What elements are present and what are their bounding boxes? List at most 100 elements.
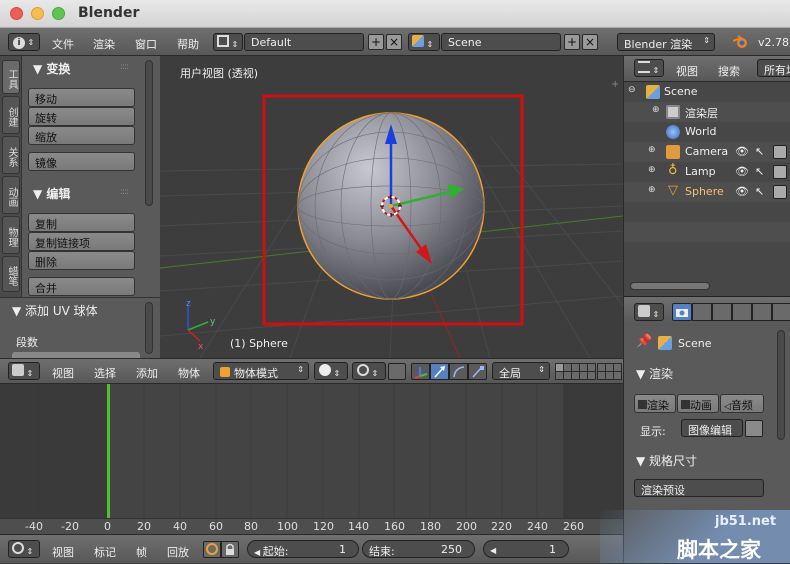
tl-menu-frame[interactable]: 帧: [136, 544, 147, 560]
menu-render[interactable]: 渲染: [93, 36, 115, 52]
remove-scene-button[interactable]: ×: [582, 34, 598, 50]
tool-shelf-scrollbar[interactable]: [145, 60, 153, 206]
outliner-item-camera[interactable]: Camera: [685, 145, 728, 158]
world-tab-icon[interactable]: [732, 303, 752, 321]
selectable-arrow-icon[interactable]: ↖: [755, 165, 764, 178]
outliner-row[interactable]: ⊕ 渲染层: [624, 102, 790, 122]
timeline-editor-type[interactable]: ⇕: [8, 540, 40, 558]
expand-icon[interactable]: ⊕: [648, 145, 656, 155]
tab-physics[interactable]: 物理: [2, 216, 20, 254]
join-button[interactable]: 合并: [28, 277, 135, 296]
lock-interface-icon[interactable]: [745, 420, 763, 437]
render-tab-icon[interactable]: [672, 303, 692, 321]
duplicate-linked-button[interactable]: 复制链接项: [28, 232, 135, 251]
editor-type-menu[interactable]: i ⇕: [8, 33, 40, 51]
3d-viewport[interactable]: z y x + 用户视图 (透视) (1) Sphere: [160, 56, 623, 358]
render-layers-tab-icon[interactable]: [692, 303, 712, 321]
selectable-arrow-icon[interactable]: ↖: [755, 185, 764, 198]
outliner-menu-search[interactable]: 搜索: [718, 63, 740, 79]
maximize-window-button[interactable]: [52, 7, 65, 20]
outliner-menu-view[interactable]: 视图: [676, 63, 698, 79]
preview-range-icon[interactable]: [203, 541, 221, 558]
expand-icon[interactable]: ⊕: [652, 105, 660, 115]
outliner-item-sphere[interactable]: Sphere: [685, 185, 724, 198]
outliner-item-render-layers[interactable]: 渲染层: [685, 105, 718, 121]
transform-panel-header[interactable]: ▼ 变换: [33, 60, 70, 77]
scale-manipulator-icon[interactable]: [468, 363, 487, 380]
outliner-row[interactable]: ⊕ Camera 👁 ↖: [624, 142, 790, 162]
minimize-window-button[interactable]: [31, 7, 44, 20]
render-engine-selector[interactable]: Blender 渲染 ⇕: [617, 33, 715, 51]
scene-name-field[interactable]: Scene: [441, 33, 561, 51]
visibility-eye-icon[interactable]: 👁: [735, 145, 749, 158]
vp-menu-object[interactable]: 物体: [178, 365, 200, 381]
drag-handle-icon[interactable]: ::::: [120, 62, 129, 72]
vp-menu-select[interactable]: 选择: [94, 365, 116, 381]
end-frame-field[interactable]: 结束: 250: [362, 540, 475, 558]
add-scene-button[interactable]: +: [564, 34, 580, 50]
screen-layout-selector[interactable]: ⇕: [213, 33, 243, 51]
expand-icon[interactable]: ⊕: [648, 185, 656, 195]
remove-screen-button[interactable]: ×: [386, 34, 402, 50]
render-camera-icon[interactable]: [773, 145, 787, 159]
expand-icon[interactable]: ⊕: [648, 165, 656, 175]
layer-buttons[interactable]: [555, 363, 623, 380]
outliner-item-scene[interactable]: Scene: [664, 85, 698, 98]
visibility-eye-icon[interactable]: 👁: [735, 165, 749, 178]
pin-icon[interactable]: 📌: [636, 334, 652, 349]
timeline-ruler[interactable]: -40 -20 0 20 40 60 80 100 120 140 160 18…: [0, 518, 623, 534]
current-frame-cursor[interactable]: [107, 384, 110, 534]
manipulator-toggle-icon[interactable]: [411, 363, 430, 380]
scene-tab-icon[interactable]: [712, 303, 732, 321]
shading-selector[interactable]: ⇕: [314, 362, 348, 380]
add-screen-button[interactable]: +: [368, 34, 384, 50]
timeline-area[interactable]: [0, 384, 623, 534]
menu-window[interactable]: 窗口: [135, 36, 157, 52]
properties-editor-type[interactable]: ⇕: [634, 303, 664, 321]
outliner-editor-type[interactable]: ⇕: [634, 59, 664, 77]
area-split-icon[interactable]: +: [611, 79, 619, 90]
rotate-manipulator-icon[interactable]: [449, 363, 468, 380]
render-camera-icon[interactable]: [773, 165, 787, 179]
render-button[interactable]: 渲染: [634, 394, 676, 413]
tl-menu-playback[interactable]: 回放: [167, 544, 189, 560]
outliner-item-lamp[interactable]: Lamp: [685, 165, 716, 178]
orientation-toggle-icon[interactable]: [388, 363, 406, 380]
translate-manipulator-icon[interactable]: [430, 363, 449, 380]
lock-icon[interactable]: [221, 541, 239, 558]
operator-panel-header[interactable]: ▼ 添加 UV 球体: [12, 302, 98, 319]
tab-grease-pencil[interactable]: 蜡笔: [2, 256, 20, 292]
menu-file[interactable]: 文件: [52, 36, 74, 52]
dimensions-panel-header[interactable]: ▼ 规格尺寸: [636, 452, 697, 469]
tab-animation[interactable]: 动画: [2, 176, 20, 214]
operator-scrollbar[interactable]: [145, 302, 153, 354]
render-panel-header[interactable]: ▼ 渲染: [636, 365, 673, 382]
visibility-eye-icon[interactable]: 👁: [735, 185, 749, 198]
vp-menu-view[interactable]: 视图: [52, 365, 74, 381]
selectable-arrow-icon[interactable]: ↖: [755, 145, 764, 158]
object-tab-icon[interactable]: [752, 303, 772, 321]
outliner-row[interactable]: ⊖ Scene: [624, 82, 790, 102]
outliner-row[interactable]: World: [624, 122, 790, 142]
rotate-button[interactable]: 旋转: [28, 107, 135, 126]
duplicate-button[interactable]: 复制: [28, 213, 135, 232]
edit-panel-header[interactable]: ▼ 编辑: [33, 185, 70, 202]
tab-relations[interactable]: 关系: [2, 136, 20, 174]
transform-orientation-selector[interactable]: 全局 ⇕: [492, 362, 550, 380]
menu-help[interactable]: 帮助: [177, 36, 199, 52]
tl-menu-marker[interactable]: 标记: [94, 544, 116, 560]
tab-create[interactable]: 创建: [2, 96, 20, 134]
properties-scrollbar[interactable]: [777, 330, 785, 440]
outliner-item-world[interactable]: World: [685, 125, 717, 138]
animation-button[interactable]: 动画: [677, 394, 719, 413]
drag-handle-icon[interactable]: ::::: [120, 187, 129, 197]
outliner[interactable]: ⊖ Scene ⊕ 渲染层 World ⊕ Camera 👁 ↖ ⊕ ♁ Lam…: [623, 82, 790, 296]
pivot-selector[interactable]: ⇕: [352, 362, 386, 380]
display-mode-selector[interactable]: 图像编辑: [681, 419, 743, 437]
vp-menu-add[interactable]: 添加: [136, 365, 158, 381]
outliner-display-mode[interactable]: 所有场: [757, 59, 790, 77]
mode-selector[interactable]: 物体模式 ⇕: [213, 362, 309, 380]
tl-menu-view[interactable]: 视图: [52, 544, 74, 560]
viewport-editor-type[interactable]: ⇕: [8, 362, 40, 380]
outliner-horizontal-scrollbar[interactable]: [630, 282, 710, 290]
